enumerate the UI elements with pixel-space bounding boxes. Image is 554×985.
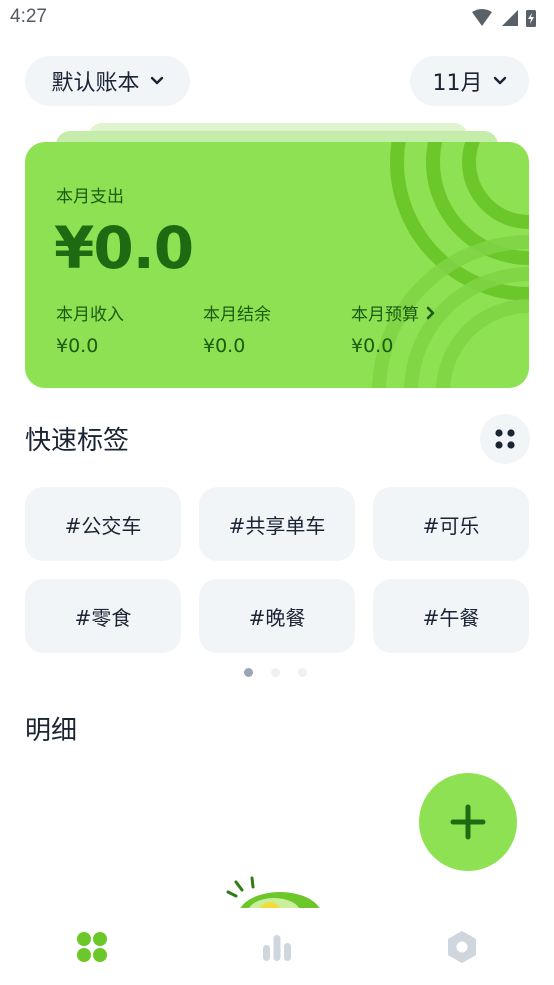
month-label: 11月 xyxy=(432,71,483,96)
quick-tag[interactable]: #公交车 xyxy=(25,487,181,561)
nav-home[interactable] xyxy=(75,930,109,964)
status-time: 4:27 xyxy=(10,6,47,27)
wifi-icon xyxy=(472,9,492,26)
plus-icon xyxy=(450,804,486,840)
quick-tag[interactable]: #零食 xyxy=(25,579,181,653)
spend-label: 本月支出 xyxy=(56,187,124,207)
nav-settings[interactable] xyxy=(445,930,479,964)
page-dot[interactable] xyxy=(244,668,253,677)
quick-tag[interactable]: #共享单车 xyxy=(199,487,355,561)
nav-stats[interactable] xyxy=(260,930,294,964)
chevron-down-icon xyxy=(493,76,506,85)
status-bar: 4:27 xyxy=(0,0,554,36)
balance-stat: 本月结余 ¥0.0 xyxy=(203,300,271,357)
status-icons xyxy=(472,9,536,27)
signal-icon xyxy=(502,10,518,26)
tags-grid-button[interactable] xyxy=(480,414,530,464)
income-stat: 本月收入 ¥0.0 xyxy=(56,300,124,357)
grid-dots-icon xyxy=(495,429,515,449)
budget-label-row: 本月预算 xyxy=(351,300,437,325)
quick-tag[interactable]: #午餐 xyxy=(373,579,529,653)
balance-value: ¥0.0 xyxy=(203,335,246,357)
settings-icon xyxy=(448,931,476,963)
budget-value: ¥0.0 xyxy=(351,335,394,357)
month-selector[interactable]: 11月 xyxy=(410,56,529,106)
balance-label: 本月结余 xyxy=(203,305,271,325)
stats-icon xyxy=(263,935,291,961)
account-label: 默认账本 xyxy=(51,71,140,96)
spend-value: ¥0.0 xyxy=(54,214,194,282)
page-indicator xyxy=(244,668,307,677)
chevron-down-icon xyxy=(150,76,163,85)
detail-title: 明细 xyxy=(25,716,78,746)
page-dot[interactable] xyxy=(298,668,307,677)
budget-label: 本月预算 xyxy=(351,305,419,325)
quick-tags-title: 快速标签 xyxy=(25,426,130,456)
budget-stat[interactable]: 本月预算 ¥0.0 xyxy=(351,300,437,357)
income-value: ¥0.0 xyxy=(56,335,99,357)
home-grid-icon xyxy=(77,932,107,962)
income-label: 本月收入 xyxy=(56,305,124,325)
page-dot[interactable] xyxy=(271,668,280,677)
monthly-summary-card[interactable]: 本月支出 ¥0.0 本月收入 ¥0.0 本月结余 ¥0.0 本月预算 ¥0.0 xyxy=(25,142,529,388)
bottom-nav xyxy=(0,908,554,985)
quick-tag[interactable]: #晚餐 xyxy=(199,579,355,653)
account-selector[interactable]: 默认账本 xyxy=(25,56,190,106)
empty-state-illustration xyxy=(226,876,320,908)
add-record-button[interactable] xyxy=(419,773,517,871)
quick-tag[interactable]: #可乐 xyxy=(373,487,529,561)
chevron-right-icon xyxy=(426,306,435,319)
